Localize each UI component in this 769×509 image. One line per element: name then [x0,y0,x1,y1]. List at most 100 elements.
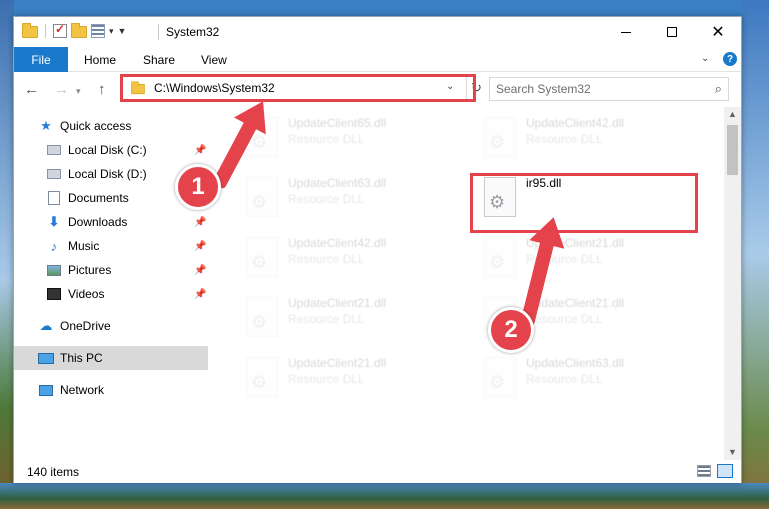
forward-arrow-icon[interactable]: → [54,81,69,98]
sidebar-item-label: Network [60,383,105,397]
sidebar-item-this-pc[interactable]: This PC [14,346,208,370]
dll-file-icon [246,357,278,397]
address-highlight-box [120,74,476,102]
properties-icon[interactable] [91,24,105,38]
scrollbar-thumb[interactable] [727,125,738,175]
sidebar-item-label: Music [68,239,100,253]
minimize-icon [621,31,631,33]
back-arrow-icon[interactable]: ← [24,81,39,98]
file-name: UpdateClient42.dll [526,116,625,130]
close-icon: ✕ [711,24,725,41]
desktop-background-bottom [0,483,769,509]
navigation-bar: ← → ▾ ↑ C:\Windows\System32 ⌄ ↻ ⌕ [14,73,741,106]
downloads-icon: ⬇ [48,214,60,229]
large-icons-view-icon[interactable] [717,464,733,478]
scroll-down-icon[interactable]: ▼ [728,447,737,457]
navigation-pane: ★ Quick access Local Disk (C:) 📌 Local D… [14,107,208,460]
expand-ribbon-icon[interactable]: ⌄ [701,53,709,64]
dll-file-icon [246,297,278,337]
disk-icon [46,142,62,158]
sidebar-item-network[interactable]: Network [14,378,208,402]
file-name: UpdateClient63.dll [526,356,625,370]
sidebar-item-quick-access[interactable]: ★ Quick access [14,114,208,138]
sidebar-item-label: Pictures [68,263,112,277]
details-view-icon[interactable] [697,465,711,477]
pictures-icon [46,262,62,278]
file-item[interactable]: UpdateClient21.dll Resource DLL [236,349,466,401]
file-item[interactable]: UpdateClient63.dll Resource DLL [474,349,704,401]
sidebar-item-label: Downloads [68,215,128,229]
new-folder-icon[interactable] [71,23,87,38]
tab-share[interactable]: Share [143,47,175,72]
quick-access-toolbar: ▾ ▼ [22,22,127,38]
music-icon: ♪ [50,238,58,254]
close-button[interactable]: ✕ [695,17,741,47]
file-type: Resource DLL [288,312,365,326]
sidebar-item-label: Local Disk (C:) [68,143,147,157]
sidebar-item-videos[interactable]: Videos 📌 [14,282,208,306]
scroll-up-icon[interactable]: ▲ [728,109,737,119]
file-list: UpdateClient65.dll Resource DLL UpdateCl… [222,107,724,460]
pin-icon: 📌 [194,264,207,276]
title-bar: ▾ ▼ System32 ✕ [14,17,741,47]
file-item[interactable]: UpdateClient42.dll Resource DLL [236,229,466,281]
sidebar-item-local-disk-c[interactable]: Local Disk (C:) 📌 [14,138,208,162]
vertical-scrollbar[interactable]: ▲ ▼ [724,107,741,460]
dll-file-icon [246,177,278,217]
sidebar-item-onedrive[interactable]: ☁ OneDrive [14,314,208,338]
customize-toolbar-icon[interactable]: ▼ [118,26,127,36]
documents-icon [46,190,62,206]
step-badge-2: 2 [488,307,534,353]
title-separator [158,24,159,40]
file-name: UpdateClient65.dll [288,116,387,130]
search-icon[interactable]: ⌕ [715,81,722,97]
onedrive-icon: ☁ [39,318,53,333]
file-item[interactable]: UpdateClient21.dll Resource DLL [236,289,466,341]
file-name: UpdateClient42.dll [288,236,387,250]
file-type: Resource DLL [288,372,365,386]
file-type: Resource DLL [288,192,365,206]
pin-icon: 📌 [194,240,207,252]
maximize-button[interactable] [649,17,695,47]
sidebar-item-pictures[interactable]: Pictures 📌 [14,258,208,282]
file-item[interactable]: UpdateClient21.dll Resource DLL [474,229,704,281]
sidebar-item-music[interactable]: ♪ Music 📌 [14,234,208,258]
tab-file[interactable]: File [14,47,68,72]
dll-file-icon [484,357,516,397]
search-box[interactable]: ⌕ [489,77,729,101]
sidebar-item-label: OneDrive [60,319,111,333]
minimize-button[interactable] [603,17,649,47]
help-icon[interactable]: ? [723,52,737,66]
file-highlight-box [470,173,698,233]
file-explorer-window: ▾ ▼ System32 ✕ File Home Share View ⌄ ? … [13,16,742,483]
file-name: UpdateClient63.dll [288,176,387,190]
pin-icon: 📌 [194,144,207,156]
tab-view[interactable]: View [201,47,227,72]
sidebar-item-label: Local Disk (D:) [68,167,147,181]
up-arrow-icon[interactable]: ↑ [98,81,106,98]
tab-home[interactable]: Home [84,47,116,72]
sidebar-item-label: This PC [60,351,103,365]
toolbar-separator [45,24,46,38]
file-type: Resource DLL [288,132,365,146]
file-item[interactable]: UpdateClient42.dll Resource DLL [474,109,704,161]
chevron-down-icon[interactable]: ▾ [109,26,114,37]
properties-check-icon[interactable] [53,22,67,38]
file-item[interactable]: UpdateClient63.dll Resource DLL [236,169,466,221]
desktop-background-left [0,0,14,509]
network-icon [38,382,54,398]
file-type: Resource DLL [526,132,603,146]
sidebar-item-label: Quick access [60,119,132,133]
file-type: Resource DLL [288,252,365,266]
recent-locations-icon[interactable]: ▾ [76,86,81,97]
window-title: System32 [166,25,220,39]
search-input[interactable] [490,78,690,100]
file-name: UpdateClient21.dll [288,296,387,310]
sidebar-item-downloads[interactable]: ⬇ Downloads 📌 [14,210,208,234]
file-name: UpdateClient21.dll [526,296,625,310]
dll-file-icon [246,237,278,277]
pin-icon: 📌 [194,288,207,300]
pin-icon: 📌 [194,216,207,228]
dll-file-icon [484,117,516,157]
maximize-icon [667,27,677,37]
